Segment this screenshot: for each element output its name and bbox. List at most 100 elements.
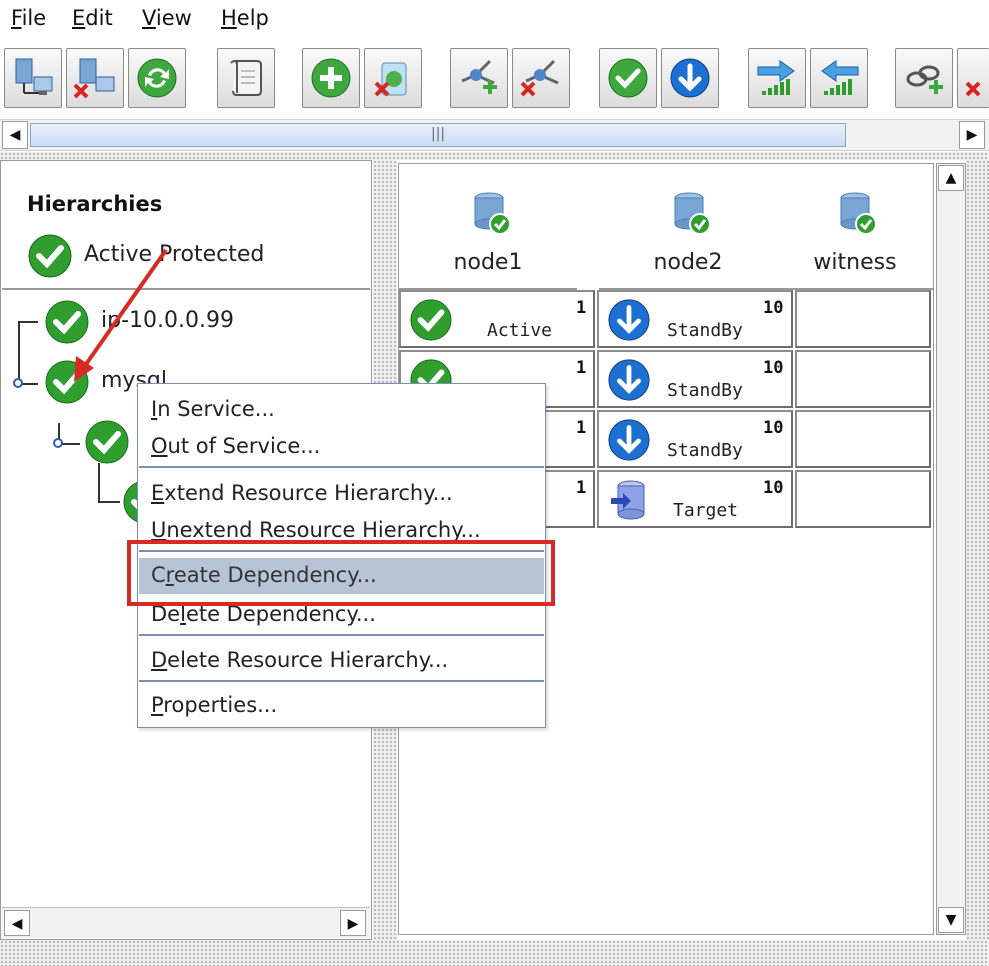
annotation-arrow-icon — [74, 248, 168, 382]
menu-item-in-service[interactable]: In Service... — [139, 392, 544, 428]
scroll-left-button[interactable]: ◀ — [2, 121, 28, 149]
hierarchies-title: Hierarchies — [27, 192, 163, 216]
scroll-grip: ||| — [431, 126, 446, 142]
extend-hierarchy-button[interactable] — [450, 48, 508, 108]
state-label: StandBy — [667, 440, 743, 461]
tree-line — [98, 463, 100, 503]
left-scroll-right-button[interactable]: ▶ — [340, 910, 366, 936]
node1-header: node1 — [453, 250, 523, 275]
scroll-down-button[interactable]: ▼ — [938, 907, 964, 933]
server-online-icon — [840, 192, 877, 235]
tree-expand-handle-icon[interactable] — [51, 436, 65, 450]
promote-priority-icon — [757, 60, 795, 95]
create-dependency-icon — [906, 65, 943, 94]
top-splitter[interactable] — [0, 152, 989, 160]
toolbar-scrollbar[interactable]: ◀ ||| ▶ — [0, 119, 989, 151]
priority-label: 10 — [763, 358, 784, 378]
tree-line — [98, 501, 120, 503]
scroll-thumb[interactable]: ||| — [30, 123, 846, 147]
hierarchies-header: Hierarchies Active Protected — [2, 162, 370, 290]
priority-label: 1 — [576, 418, 587, 438]
priority-label: 1 — [576, 358, 587, 378]
delete-dependency-icon — [965, 81, 981, 97]
delete-resource-button[interactable] — [364, 48, 422, 108]
menu-item-out-of-service[interactable]: Out of Service... — [139, 429, 544, 465]
right-pane-vscrollbar[interactable]: ▲ ▼ — [936, 163, 966, 935]
active-check-icon — [410, 299, 452, 341]
status-cell[interactable]: StandBy 10 — [597, 350, 793, 408]
priority-label: 10 — [763, 418, 784, 438]
status-cell[interactable]: StandBy 10 — [597, 290, 793, 348]
menu-item-properties[interactable]: Properties... — [139, 688, 544, 724]
menu-separator — [139, 466, 544, 468]
menu-help[interactable]: Help — [221, 6, 269, 30]
out-of-service-icon — [670, 58, 710, 98]
menu-file[interactable]: File — [11, 6, 46, 30]
status-cell[interactable] — [795, 410, 931, 468]
left-scroll-left-button[interactable]: ◀ — [4, 910, 30, 936]
demote-priority-icon — [821, 60, 859, 95]
priority-label: 10 — [763, 298, 784, 318]
menu-edit[interactable]: Edit — [72, 6, 113, 30]
status-cell[interactable] — [795, 290, 931, 348]
connect-server-icon — [15, 58, 53, 95]
in-service-icon — [608, 58, 648, 98]
decrease-priority-button[interactable] — [810, 48, 868, 108]
left-pane-hscrollbar[interactable]: ◀ ▶ — [2, 907, 370, 938]
refresh-button[interactable] — [128, 48, 186, 108]
disconnect-server-button[interactable] — [66, 48, 124, 108]
tree-expand-handle-icon[interactable] — [11, 376, 25, 390]
toolbar — [0, 42, 989, 114]
server-online-icon — [474, 192, 511, 235]
state-label: StandBy — [667, 380, 743, 401]
status-cell[interactable]: StandBy 10 — [597, 410, 793, 468]
menu-view[interactable]: View — [142, 6, 192, 30]
node-column-header: node1 — [399, 164, 577, 290]
menu-item-extend-hierarchy[interactable]: Extend Resource Hierarchy... — [139, 476, 544, 512]
priority-label: 10 — [763, 478, 784, 498]
status-cell[interactable]: Target 10 — [597, 470, 793, 528]
menu-separator — [139, 680, 544, 682]
child-resource-check-icon[interactable] — [84, 419, 130, 465]
in-service-button[interactable] — [599, 48, 657, 108]
scroll-up-button[interactable]: ▲ — [938, 165, 964, 191]
delete-resource-icon — [374, 62, 407, 97]
highlight-box-annotation — [127, 540, 555, 606]
delete-dependency-button[interactable] — [957, 48, 989, 108]
connect-server-button[interactable] — [4, 48, 62, 108]
status-cell[interactable] — [795, 470, 931, 528]
status-cell[interactable]: Active 1 — [399, 290, 595, 348]
create-resource-button[interactable] — [302, 48, 360, 108]
increase-priority-button[interactable] — [748, 48, 806, 108]
create-dependency-button[interactable] — [895, 48, 953, 108]
standby-down-arrow-icon — [608, 419, 650, 461]
priority-label: 1 — [576, 478, 587, 498]
state-label: StandBy — [667, 320, 743, 341]
extend-hierarchy-icon — [461, 59, 497, 94]
standby-down-arrow-icon — [608, 299, 650, 341]
state-label: Active — [487, 320, 553, 341]
node2-header: node2 — [653, 250, 723, 275]
menu-item-delete-hierarchy[interactable]: Delete Resource Hierarchy... — [139, 643, 544, 679]
refresh-icon — [137, 58, 177, 98]
menu-separator — [139, 634, 544, 636]
status-bar — [0, 940, 989, 966]
target-database-icon — [611, 480, 645, 520]
log-scroll-icon — [230, 60, 262, 96]
out-of-service-button[interactable] — [661, 48, 719, 108]
state-label: Target — [673, 500, 739, 521]
view-log-button[interactable] — [217, 48, 275, 108]
node-column-header: node2 — [599, 164, 777, 290]
scroll-right-button[interactable]: ▶ — [959, 121, 985, 149]
status-cell[interactable] — [795, 350, 931, 408]
standby-down-arrow-icon — [608, 359, 650, 401]
server-online-icon — [674, 192, 711, 235]
unextend-hierarchy-button[interactable] — [512, 48, 570, 108]
priority-label: 1 — [576, 298, 587, 318]
tree-line — [18, 321, 38, 323]
disconnect-server-icon — [73, 58, 115, 99]
unextend-hierarchy-icon — [520, 59, 559, 97]
menu-bar: File Edit View Help — [0, 0, 989, 38]
right-edge — [966, 160, 989, 940]
node-column-header: witness — [777, 164, 933, 290]
